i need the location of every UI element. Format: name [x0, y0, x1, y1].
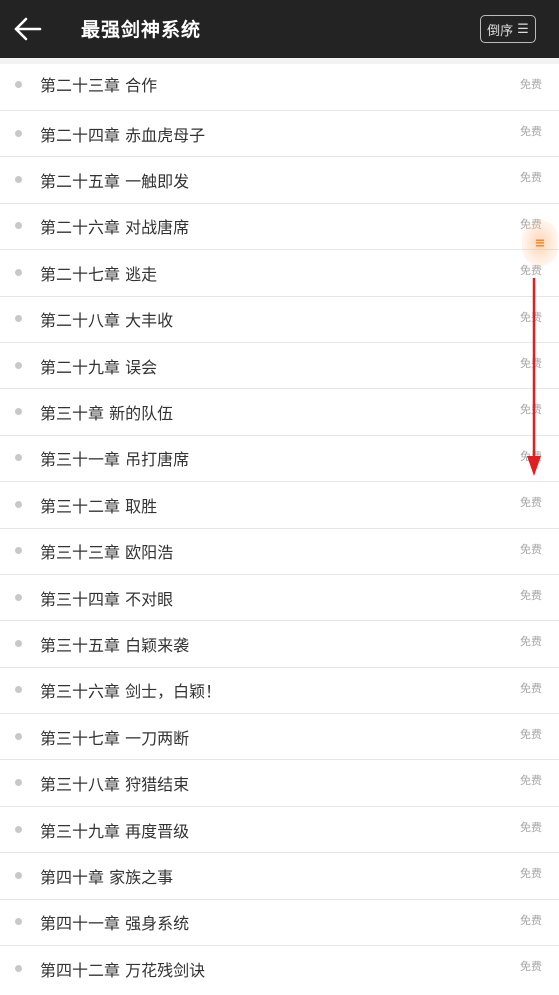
free-badge: 免费	[520, 171, 542, 185]
chapter-title: 第二十四章 赤血虎母子	[40, 125, 206, 145]
chapter-row[interactable]: 第三十九章 再度晋级 免费	[0, 805, 559, 852]
list-sort-icon: ☰	[517, 21, 529, 37]
chapter-row[interactable]: 第三十五章 白颖来袭 免费	[0, 620, 559, 666]
bullet-dot-icon	[15, 268, 22, 276]
chapter-row[interactable]: 第二十五章 一触即发 免费	[0, 156, 559, 202]
chapter-row[interactable]: 第二十七章 逃走 免费	[0, 249, 559, 295]
fast-scroll-handle[interactable]: ≡	[522, 220, 558, 266]
chapter-row[interactable]: 第二十九章 误会 免费	[0, 341, 559, 388]
chapter-title: 第三十九章 再度晋级	[40, 821, 190, 841]
chapter-title: 第三十五章 白颖来袭	[40, 635, 190, 655]
free-badge: 免费	[520, 867, 542, 881]
chapter-list: 第二十三章 合作 免费 第二十四章 赤血虎母子 免费 第二十五章 一触即发 免费 第二十六章…	[0, 58, 559, 991]
chapter-row[interactable]: 第三十二章 取胜 免费	[0, 481, 559, 527]
free-badge: 免费	[520, 728, 542, 742]
chapter-title: 第三十一章 吊打唐席	[40, 450, 190, 470]
bullet-dot-icon	[15, 222, 22, 230]
reverse-order-button[interactable]: 倒序 ☰	[480, 15, 536, 43]
bullet-dot-icon	[15, 686, 22, 694]
chapter-title: 第二十八章 大丰收	[40, 311, 174, 331]
chapter-row[interactable]: 第三十章 新的队伍 免费	[0, 388, 559, 434]
chapter-title: 第三十七章 一刀两断	[40, 728, 190, 748]
reverse-order-label: 倒序	[487, 23, 514, 39]
chapter-title: 第二十五章 一触即发	[40, 172, 190, 192]
chapter-row[interactable]: 第四十二章 万花残剑诀 免费	[0, 945, 559, 991]
top-bar: 最强剑神系统 倒序 ☰	[0, 0, 559, 58]
chapter-row[interactable]: 第三十八章 狩猎结束 免费	[0, 759, 559, 805]
chapter-row[interactable]: 第三十四章 不对眼 免费	[0, 573, 559, 620]
chapter-title: 第二十六章 对战唐席	[40, 218, 190, 238]
bullet-dot-icon	[15, 315, 22, 323]
bullet-dot-icon	[15, 593, 22, 601]
free-badge: 免费	[520, 542, 542, 556]
bullet-dot-icon	[15, 732, 22, 740]
bullet-dot-icon	[15, 825, 22, 833]
page-title: 最强剑神系统	[81, 19, 202, 41]
free-badge: 免费	[520, 960, 542, 974]
bullet-dot-icon	[15, 964, 22, 972]
scroll-grip-icon: ≡	[534, 235, 546, 251]
bullet-dot-icon	[15, 176, 22, 184]
bullet-dot-icon	[15, 779, 22, 787]
chapter-title: 第三十章 新的队伍	[40, 404, 174, 424]
free-badge: 免费	[520, 125, 542, 138]
bullet-dot-icon	[15, 500, 22, 508]
chapter-title: 第三十四章 不对眼	[40, 589, 174, 609]
bullet-dot-icon	[15, 361, 22, 369]
chapter-row[interactable]: 第三十一章 吊打唐席 免费	[0, 434, 559, 481]
chapter-title: 第四十二章 万花残剑诀	[40, 960, 206, 980]
chapter-title: 第三十八章 狩猎结束	[40, 775, 190, 795]
free-badge: 免费	[520, 635, 542, 649]
chapter-title: 第二十三章 合作	[40, 76, 158, 96]
chapter-title: 第三十三章 欧阳浩	[40, 543, 174, 563]
free-badge: 免费	[520, 310, 542, 324]
bullet-dot-icon	[15, 454, 22, 462]
chapter-row[interactable]: 第三十六章 剑士，白颖！ 免费	[0, 666, 559, 713]
chapter-title: 第三十二章 取胜	[40, 496, 158, 516]
free-badge: 免费	[520, 449, 542, 463]
bullet-dot-icon	[15, 81, 22, 88]
free-badge: 免费	[520, 588, 542, 602]
chapter-title: 第二十七章 逃走	[40, 264, 158, 284]
chapter-title: 第四十章 家族之事	[40, 867, 174, 887]
free-badge: 免费	[520, 913, 542, 927]
free-badge: 免费	[520, 403, 542, 417]
free-badge: 免费	[520, 820, 542, 834]
free-badge: 免费	[520, 356, 542, 370]
chapter-title: 第二十九章 误会	[40, 357, 158, 377]
back-arrow-icon[interactable]	[12, 14, 44, 44]
bullet-dot-icon	[15, 871, 22, 879]
chapter-title: 第三十六章 剑士，白颖！	[40, 682, 222, 702]
bullet-dot-icon	[15, 408, 22, 416]
chapter-row[interactable]: 第四十一章 强身系统 免费	[0, 898, 559, 945]
chapter-title: 第四十一章 强身系统	[40, 914, 190, 934]
chapter-row[interactable]: 第二十四章 赤血虎母子 免费	[0, 110, 559, 156]
chapter-row[interactable]: 第三十三章 欧阳浩 免费	[0, 527, 559, 574]
bullet-dot-icon	[15, 639, 22, 647]
chapter-row[interactable]: 第二十六章 对战唐席免费	[0, 202, 559, 249]
chapter-row[interactable]: 第二十八章 大丰收 免费	[0, 295, 559, 342]
free-badge: 免费	[520, 774, 542, 788]
free-badge: 免费	[520, 496, 542, 510]
free-badge: 免费	[520, 681, 542, 695]
chapter-row[interactable]: 第三十七章 一刀两断 免费	[0, 713, 559, 759]
bullet-dot-icon	[15, 547, 22, 555]
chapter-row[interactable]: 第四十章 家族之事 免费	[0, 852, 559, 898]
bullet-dot-icon	[15, 129, 22, 137]
free-badge: 免费	[520, 78, 542, 91]
chapter-row[interactable]: 第二十三章 合作 免费	[0, 58, 559, 110]
bullet-dot-icon	[15, 918, 22, 926]
